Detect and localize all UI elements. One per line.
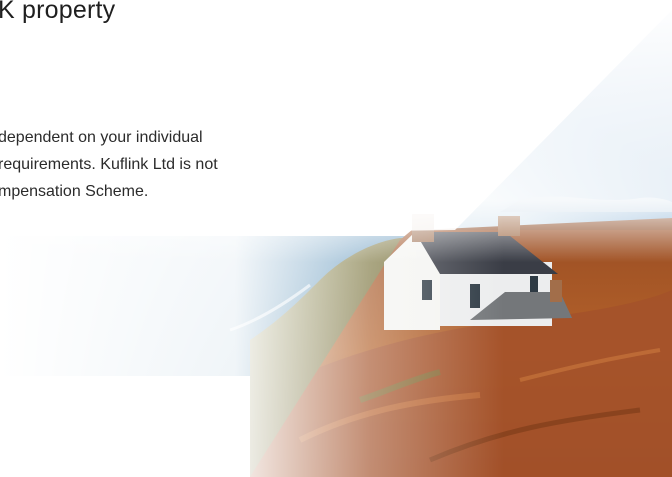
disclaimer-line-3: mpensation Scheme. xyxy=(0,183,149,200)
hero-disclaimer-text: dependent on your individual requirement… xyxy=(0,124,318,205)
page-heading: K property xyxy=(0,0,116,24)
hero-banner: K property dependent on your individual … xyxy=(0,0,672,477)
disclaimer-line-2: requirements. Kuflink Ltd is not xyxy=(0,156,218,173)
disclaimer-line-1: dependent on your individual xyxy=(0,129,203,146)
hero-image xyxy=(0,0,672,477)
